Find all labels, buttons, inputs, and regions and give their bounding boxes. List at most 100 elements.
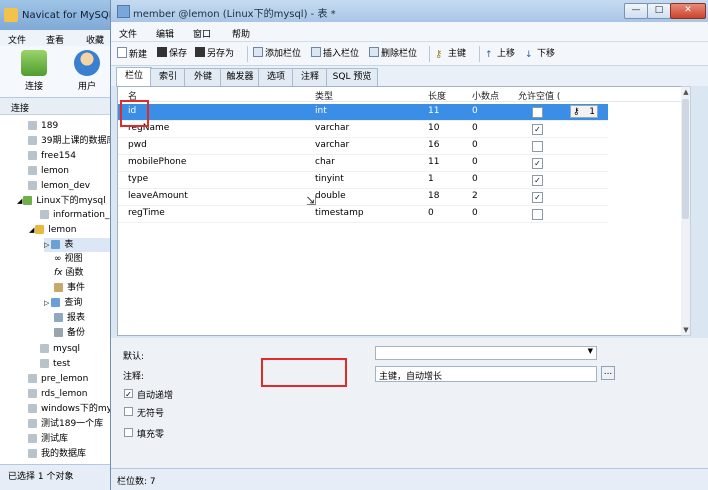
allow-null-checkbox[interactable] bbox=[532, 141, 543, 152]
move-down-button[interactable]: ↓ 下移 bbox=[525, 47, 555, 61]
menu-file[interactable]: 文件 bbox=[119, 27, 137, 40]
field-decimals[interactable]: 0 bbox=[472, 106, 478, 116]
tree-node[interactable]: 我的数据库 bbox=[28, 447, 86, 461]
allow-null-checkbox[interactable]: ✓ bbox=[532, 175, 543, 186]
tab-options[interactable]: 选项 bbox=[258, 68, 294, 86]
save-as-button[interactable]: 另存为 bbox=[195, 47, 234, 61]
tree-node[interactable]: 39期上课的数据库 bbox=[28, 134, 113, 148]
menu-window[interactable]: 窗口 bbox=[193, 27, 211, 40]
field-length[interactable]: 11 bbox=[428, 157, 439, 167]
menu-edit[interactable]: 编辑 bbox=[156, 27, 174, 40]
allow-null-checkbox[interactable]: ✓ bbox=[532, 124, 543, 135]
tree-node[interactable]: 报表 bbox=[54, 311, 85, 325]
header-allow-null[interactable]: 允许空值 ( bbox=[518, 89, 560, 102]
primary-key-button[interactable]: ⚷ 主键 bbox=[435, 47, 466, 61]
field-decimals[interactable]: 0 bbox=[472, 157, 478, 167]
zerofill-checkbox[interactable] bbox=[124, 428, 133, 437]
navicat-menu-file[interactable]: 文件 bbox=[8, 33, 26, 46]
comment-edit-button[interactable]: ... bbox=[601, 366, 615, 380]
field-type[interactable]: double bbox=[315, 191, 346, 201]
table-row[interactable]: regTime timestamp 0 0 bbox=[118, 206, 608, 223]
tab-foreign-keys[interactable]: 外键 bbox=[184, 68, 222, 86]
grid-scrollbar[interactable]: ▲ ▼ bbox=[681, 86, 691, 336]
delete-field-button[interactable]: 删除栏位 bbox=[369, 47, 417, 61]
table-row[interactable]: leaveAmount double 18 2 ✓ bbox=[118, 189, 608, 206]
table-row[interactable]: id int 11 0 ⚷ 1 bbox=[118, 104, 608, 121]
tree-node[interactable]: fx 函数 bbox=[54, 266, 84, 280]
table-row[interactable]: pwd varchar 16 0 bbox=[118, 138, 608, 155]
collapse-arrow-icon[interactable]: ◢ bbox=[17, 197, 22, 205]
tree-node[interactable]: information_ bbox=[40, 208, 109, 222]
tab-comment[interactable]: 注释 bbox=[292, 68, 328, 86]
tree-node[interactable]: 备份 bbox=[54, 326, 85, 340]
field-length[interactable]: 1 bbox=[428, 174, 434, 184]
field-name[interactable]: leaveAmount bbox=[128, 191, 188, 201]
field-decimals[interactable]: 2 bbox=[472, 191, 478, 201]
field-name[interactable]: pwd bbox=[128, 140, 147, 150]
tab-triggers[interactable]: 触发器 bbox=[220, 68, 260, 86]
tree-node[interactable]: lemon_dev bbox=[28, 179, 90, 193]
allow-null-checkbox[interactable] bbox=[532, 107, 543, 118]
field-length[interactable]: 11 bbox=[428, 106, 439, 116]
scroll-down-icon[interactable]: ▼ bbox=[681, 325, 691, 335]
tree-node[interactable]: 测试库 bbox=[28, 432, 68, 446]
table-row[interactable]: mobilePhone char 11 0 ✓ bbox=[118, 155, 608, 172]
header-type[interactable]: 类型 bbox=[315, 89, 333, 102]
field-type[interactable]: char bbox=[315, 157, 335, 167]
tree-node[interactable]: 189 bbox=[28, 119, 58, 133]
add-field-button[interactable]: 添加栏位 bbox=[253, 47, 301, 61]
tab-sql-preview[interactable]: SQL 预览 bbox=[326, 68, 378, 86]
save-button[interactable]: 保存 bbox=[157, 47, 187, 61]
header-decimals[interactable]: 小数点 bbox=[472, 89, 499, 102]
expand-arrow-icon[interactable]: ▷ bbox=[44, 299, 49, 307]
tree-node[interactable]: 测试189一个库 bbox=[28, 417, 103, 431]
menu-help[interactable]: 帮助 bbox=[232, 27, 250, 40]
field-length[interactable]: 16 bbox=[428, 140, 439, 150]
allow-null-checkbox[interactable] bbox=[532, 209, 543, 220]
field-decimals[interactable]: 0 bbox=[472, 174, 478, 184]
tree-node[interactable]: free154 bbox=[28, 149, 76, 163]
default-value-select[interactable]: ▼ bbox=[375, 346, 597, 360]
tree-node[interactable]: ▷ 查询 bbox=[44, 296, 82, 310]
scroll-up-icon[interactable]: ▲ bbox=[681, 87, 691, 97]
navicat-menu-view[interactable]: 查看 bbox=[46, 33, 64, 46]
field-decimals[interactable]: 0 bbox=[472, 208, 478, 218]
field-decimals[interactable]: 0 bbox=[472, 123, 478, 133]
insert-field-button[interactable]: 插入栏位 bbox=[311, 47, 359, 61]
tree-node-selected[interactable]: ▷ 表 bbox=[44, 238, 113, 252]
move-up-button[interactable]: ↑ 上移 bbox=[485, 47, 515, 61]
field-type[interactable]: varchar bbox=[315, 140, 349, 150]
tab-fields[interactable]: 栏位 bbox=[116, 67, 152, 87]
field-length[interactable]: 18 bbox=[428, 191, 439, 201]
tree-node[interactable]: ∞ 视图 bbox=[54, 252, 83, 266]
tree-node[interactable]: ◢ lemon bbox=[29, 223, 76, 237]
field-length[interactable]: 0 bbox=[428, 208, 434, 218]
close-button[interactable]: ✕ bbox=[670, 3, 706, 19]
tree-node[interactable]: windows下的mys bbox=[28, 402, 113, 416]
tree-node[interactable]: lemon bbox=[28, 164, 69, 178]
allow-null-checkbox[interactable]: ✓ bbox=[532, 192, 543, 203]
expand-arrow-icon[interactable]: ▷ bbox=[44, 241, 49, 249]
field-name[interactable]: type bbox=[128, 174, 148, 184]
new-button[interactable]: 新建 bbox=[117, 47, 147, 61]
tree-node[interactable]: mysql bbox=[40, 342, 80, 356]
field-type[interactable]: tinyint bbox=[315, 174, 344, 184]
tree-node[interactable]: ◢ Linux下的mysql bbox=[17, 194, 106, 208]
table-row[interactable]: type tinyint 1 0 ✓ bbox=[118, 172, 608, 189]
tree-node[interactable]: 事件 bbox=[54, 281, 85, 295]
scrollbar-thumb[interactable] bbox=[682, 99, 689, 219]
tree-node[interactable]: pre_lemon bbox=[28, 372, 88, 386]
tree-node[interactable]: rds_lemon bbox=[28, 387, 87, 401]
comment-input[interactable]: 主键，自动增长 bbox=[375, 366, 597, 382]
user-button[interactable]: 用户 bbox=[70, 50, 104, 92]
field-length[interactable]: 10 bbox=[428, 123, 439, 133]
table-row[interactable]: regName varchar 10 0 ✓ bbox=[118, 121, 608, 138]
header-length[interactable]: 长度 bbox=[428, 89, 446, 102]
field-type[interactable]: timestamp bbox=[315, 208, 364, 218]
field-decimals[interactable]: 0 bbox=[472, 140, 478, 150]
tab-indexes[interactable]: 索引 bbox=[150, 68, 186, 86]
collapse-arrow-icon[interactable]: ◢ bbox=[29, 226, 34, 234]
field-type[interactable]: varchar bbox=[315, 123, 349, 133]
allow-null-checkbox[interactable]: ✓ bbox=[532, 158, 543, 169]
field-type[interactable]: int bbox=[315, 106, 327, 116]
